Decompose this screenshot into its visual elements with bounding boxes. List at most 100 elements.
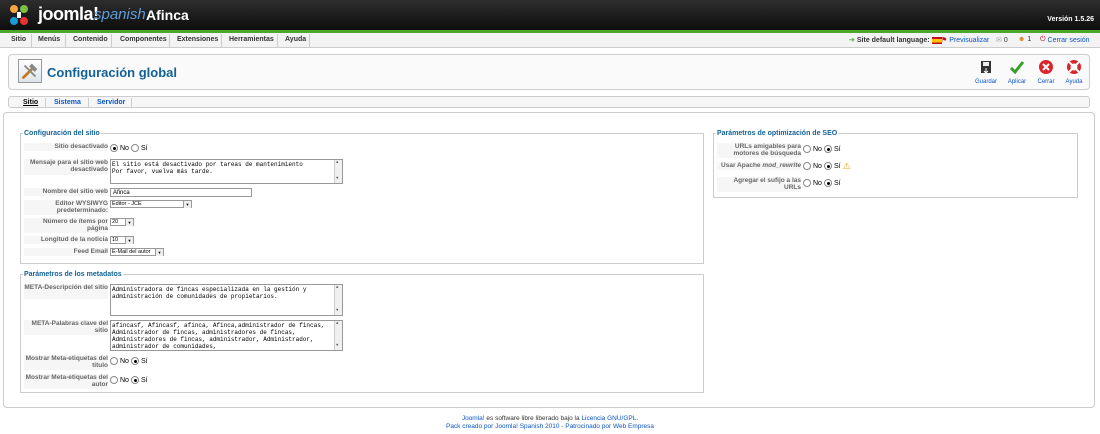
sef-urls-no-radio[interactable] <box>803 145 811 153</box>
apply-button[interactable]: Aplicar <box>1002 59 1032 85</box>
site-offline-yes-radio[interactable] <box>130 144 139 152</box>
close-button[interactable]: Cerrar <box>1031 59 1061 85</box>
url-suffix-yes-radio[interactable] <box>823 179 832 187</box>
save-label: Guardar <box>974 79 997 85</box>
menu-menus[interactable]: Menús <box>38 36 60 43</box>
menu-separator <box>31 34 32 47</box>
menu-herramientas[interactable]: Herramientas <box>229 36 274 43</box>
site-name: Afinca <box>146 7 189 23</box>
url-suffix-radio-group: No Sí <box>803 179 841 187</box>
language-icon: ➔ <box>849 37 855 44</box>
meta-show-author-radio-group: No Sí <box>110 376 148 384</box>
meta-show-title-radio-group: No Sí <box>110 357 148 365</box>
feed-length-value: 10 <box>112 237 119 243</box>
joomla-logo-icon <box>10 5 28 25</box>
option-no-label: No <box>120 144 129 152</box>
feed-email-select[interactable]: E-Mail del autor ▼ <box>110 248 164 256</box>
meta-show-title-label: Mostrar Meta-etiquetas del título <box>24 355 108 370</box>
footer-text: es software libre liberado bajo la <box>484 415 582 422</box>
joomla-link[interactable]: Joomla! <box>462 415 485 422</box>
menu-extensiones[interactable]: Extensiones <box>177 36 218 43</box>
site-language-status: ➔ Site default language: <box>849 36 942 44</box>
logout-label[interactable]: Cerrar sesión <box>1048 37 1090 44</box>
scrollbar[interactable] <box>334 321 342 350</box>
metadata-fieldset: Parámetros de los metadatos META-Descrip… <box>20 271 704 393</box>
menu-separator <box>309 34 310 47</box>
feed-length-select[interactable]: 10 ▼ <box>110 236 134 244</box>
joomla-spanish-link[interactable]: Joomla! Spanish 2010 <box>495 423 559 430</box>
help-label: Ayuda <box>1065 79 1083 85</box>
preview-label[interactable]: Previsualizar <box>949 37 989 44</box>
page-toolbar: Configuración global Guardar Aplicar Cer… <box>8 54 1090 90</box>
menu-ayuda[interactable]: Ayuda <box>285 36 306 43</box>
global-config-icon <box>18 59 42 83</box>
meta-show-author-yes-radio[interactable] <box>130 376 139 384</box>
option-yes-label: Sí <box>140 357 148 365</box>
menu-contenido[interactable]: Contenido <box>73 36 108 43</box>
sef-urls-label: URLs amigables para motores de búsqueda <box>717 143 801 158</box>
meta-show-title-yes-radio[interactable] <box>130 357 139 365</box>
logout-link[interactable]: ⏻ Cerrar sesión <box>1040 36 1090 44</box>
list-limit-select[interactable]: 20 ▼ <box>110 218 134 226</box>
meta-show-title-no-radio[interactable] <box>110 357 118 365</box>
tab-separator <box>45 98 46 107</box>
meta-description-textarea[interactable]: Administradora de fincas especializada e… <box>110 284 343 316</box>
seo-fieldset: Parámetros de optimización de SEO URLs a… <box>713 130 1078 198</box>
menu-separator <box>221 34 222 47</box>
site-name-input[interactable]: Afinca <box>110 188 252 197</box>
license-link[interactable]: Licencia GNU/GPL <box>581 415 636 422</box>
menu-separator <box>111 34 112 47</box>
url-suffix-no-radio[interactable] <box>803 179 811 187</box>
menu-separator <box>169 34 170 47</box>
meta-description-text: Administradora de fincas especializada e… <box>112 286 311 300</box>
warning-icon[interactable]: ⚠ <box>843 162 851 171</box>
scrollbar[interactable] <box>334 160 342 183</box>
sef-urls-yes-radio[interactable] <box>823 145 832 153</box>
help-button[interactable]: Ayuda <box>1059 59 1089 85</box>
apply-label: Aplicar <box>1007 79 1027 85</box>
web-empresa-link[interactable]: Web Empresa <box>613 423 654 430</box>
tab-sistema[interactable]: Sistema <box>54 99 81 106</box>
option-yes-label: Sí <box>140 376 148 384</box>
url-suffix-label: Agregar el sufijo a las URLs <box>717 177 801 192</box>
footer-text: . <box>636 415 639 422</box>
chevron-down-icon: ▼ <box>125 219 133 226</box>
footer-credits-line: Pack creado por Joomla! Spanish 2010 - P… <box>0 423 1100 431</box>
messages-status[interactable]: ✉ 0 <box>996 36 1008 45</box>
messages-count: 0 <box>1003 36 1008 44</box>
feed-email-value: E-Mail del autor <box>112 249 151 255</box>
tab-separator <box>88 98 89 107</box>
menu-sitio[interactable]: Sitio <box>11 36 26 43</box>
help-lifebuoy-icon <box>1067 60 1081 74</box>
meta-keywords-textarea[interactable]: afincasf, Afincasf, afinca, Afinca,admin… <box>110 320 343 351</box>
save-button[interactable]: Guardar <box>971 59 1001 85</box>
site-offline-label: Sitio desactivado <box>24 143 108 151</box>
sef-urls-radio-group: No Sí <box>803 145 841 153</box>
main-menu-bar: Sitio Menús Contenido Componentes Extens… <box>0 33 1100 48</box>
preview-link[interactable]: ⚑ Previsualizar <box>941 36 989 45</box>
top-header: joomla! spanish Afinca Versión 1.5.26 <box>0 0 1100 30</box>
page-footer: Joomla! es software libre liberado bajo … <box>0 415 1100 431</box>
meta-keywords-text: afincasf, Afincasf, afinca, Afinca,admin… <box>112 322 329 350</box>
offline-message-label: Mensaje para el sitio web desactivado <box>24 159 108 175</box>
editor-label: Editor WYSIWYG predeterminado: <box>24 200 108 215</box>
tab-servidor[interactable]: Servidor <box>97 99 125 106</box>
scrollbar[interactable] <box>334 285 342 315</box>
site-settings-fieldset: Configuración del sitio Sitio desactivad… <box>20 130 704 264</box>
mod-rewrite-yes-radio[interactable] <box>823 162 832 170</box>
meta-show-author-no-radio[interactable] <box>110 376 118 384</box>
checkmark-icon <box>1009 61 1025 75</box>
mod-rewrite-radio-group: No Sí ⚠ <box>803 162 851 171</box>
users-status[interactable]: ☻ 1 <box>1018 36 1031 43</box>
offline-message-text: El sitio está desactivado por tareas de … <box>112 161 303 175</box>
menu-componentes[interactable]: Componentes <box>120 36 167 43</box>
mod-rewrite-label-em: mod_rewrite <box>762 162 801 169</box>
mod-rewrite-no-radio[interactable] <box>803 162 811 170</box>
editor-select[interactable]: Editor - JCE ▼ <box>110 200 192 208</box>
option-no-label: No <box>813 179 822 187</box>
tab-separator <box>131 98 132 107</box>
site-offline-no-radio[interactable] <box>110 144 118 152</box>
tab-sitio[interactable]: Sitio <box>23 99 38 106</box>
site-offline-radio-group: No Sí <box>110 144 148 152</box>
offline-message-textarea[interactable]: El sitio está desactivado por tareas de … <box>110 159 343 184</box>
